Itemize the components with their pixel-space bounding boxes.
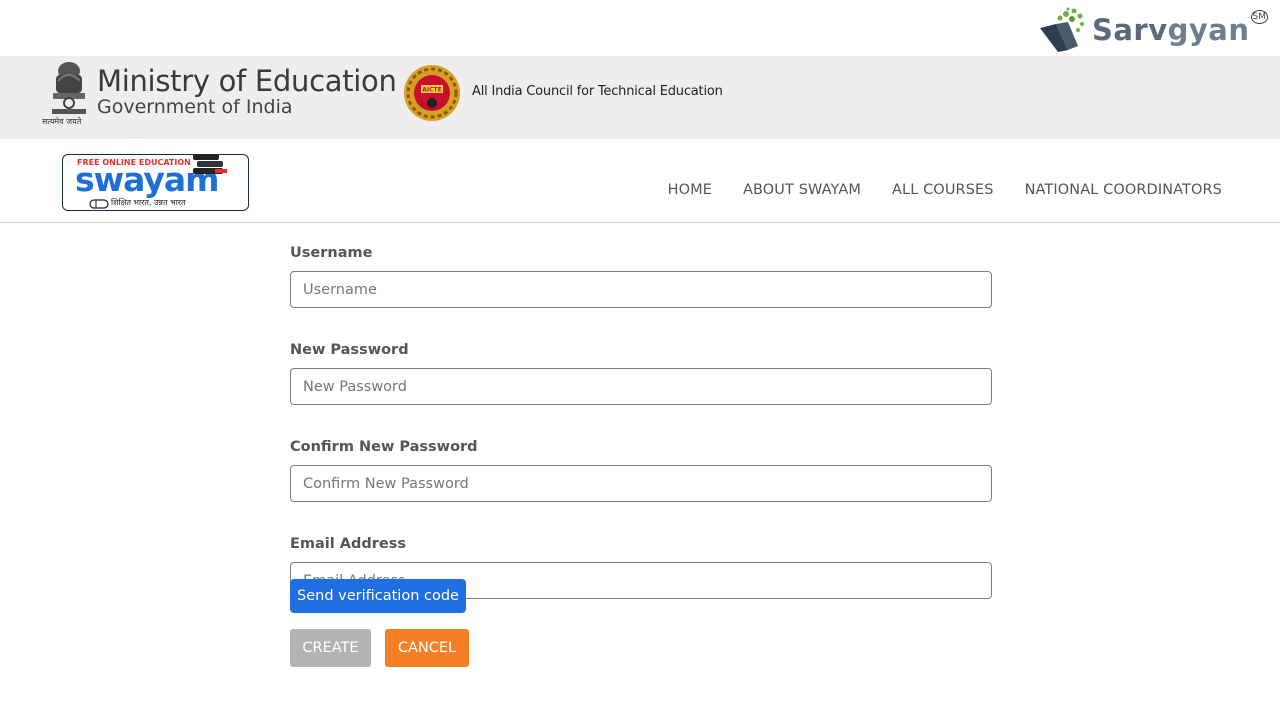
create-button[interactable]: CREATE [290, 629, 371, 667]
nav-national-coordinators[interactable]: NATIONAL COORDINATORS [1025, 182, 1222, 198]
nav-about-swayam[interactable]: ABOUT SWAYAM [743, 182, 861, 198]
swayam-tagline: शिक्षित भारत, उन्नत भारत [111, 198, 186, 207]
emblem-caption: सत्यमेव जयते [42, 117, 82, 126]
email-label: Email Address [290, 536, 407, 552]
ministry-banner: सत्यमेव जयते Ministry of Education Gover… [0, 56, 1280, 139]
sarvgyan-wordmark: Sarvgyan [1091, 12, 1250, 47]
svg-text:AICTE: AICTE [422, 87, 441, 94]
main-navbar: FREE ONLINE EDUCATION swayam शिक्षित भार… [0, 139, 1280, 223]
send-verification-code-button[interactable]: Send verification code [290, 579, 466, 613]
watermark-strip: Sarvgyan SM [0, 0, 1280, 56]
nav-home[interactable]: HOME [668, 182, 712, 198]
mouse-icon [89, 199, 109, 209]
swayam-logo[interactable]: FREE ONLINE EDUCATION swayam शिक्षित भार… [62, 154, 249, 211]
ministry-title: Ministry of Education [97, 64, 397, 98]
cancel-button[interactable]: CANCEL [385, 629, 469, 667]
sarvgyan-logo-icon [1039, 7, 1084, 52]
confirm-password-input[interactable] [290, 465, 992, 502]
ministry-subtitle: Government of India [97, 96, 293, 118]
username-label: Username [290, 245, 373, 261]
aicte-logo-icon: AICTE [404, 65, 460, 121]
sarvgyan-watermark: Sarvgyan SM [1038, 6, 1268, 54]
username-input[interactable] [290, 271, 992, 308]
registration-form: Username New Password Confirm New Passwo… [290, 243, 992, 631]
new-password-label: New Password [290, 342, 409, 358]
aicte-name: All India Council for Technical Educatio… [472, 84, 723, 99]
nav-links: HOME ABOUT SWAYAM ALL COURSES NATIONAL C… [637, 182, 1222, 198]
confirm-password-label: Confirm New Password [290, 439, 478, 455]
nav-all-courses[interactable]: ALL COURSES [892, 182, 994, 198]
trademark-badge: SM [1250, 10, 1268, 24]
new-password-input[interactable] [290, 368, 992, 405]
books-icon [193, 154, 227, 174]
